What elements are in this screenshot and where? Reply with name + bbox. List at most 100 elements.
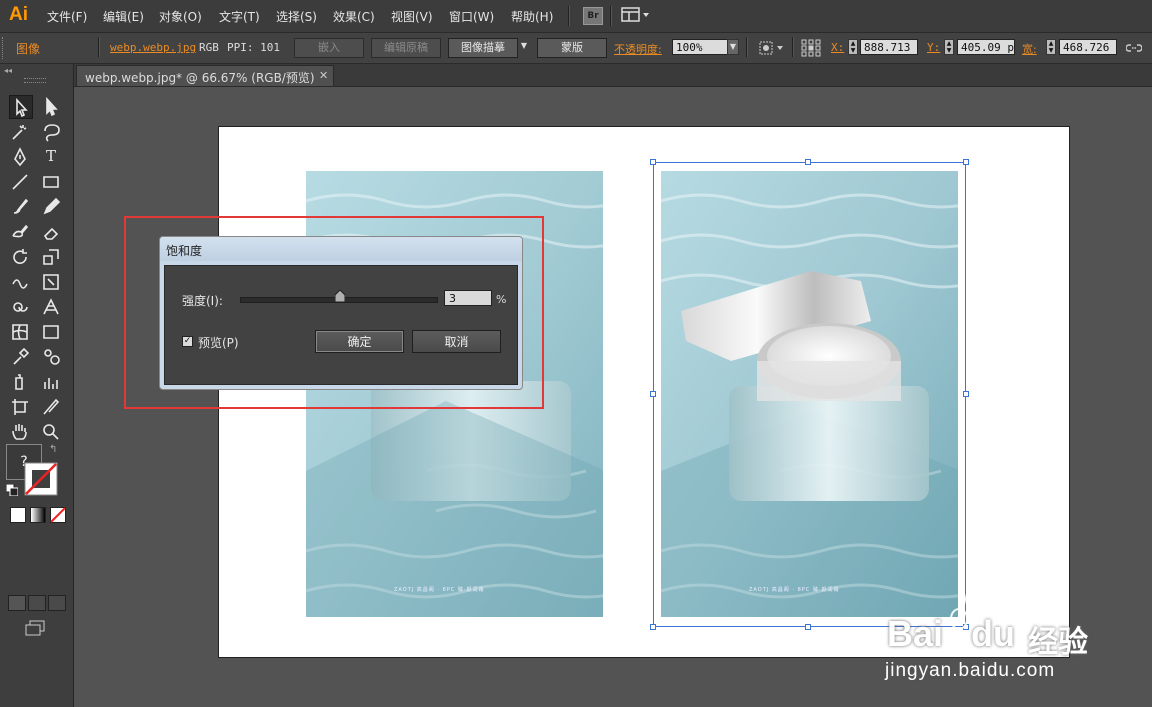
selection-handle[interactable] [963, 391, 969, 397]
ok-button[interactable]: 确定 [315, 330, 404, 353]
mesh-tool-icon [12, 324, 28, 340]
line-segment-tool-button[interactable] [9, 170, 31, 192]
color-mode: RGB [199, 41, 219, 54]
preview-checkbox[interactable]: ✓ [182, 336, 193, 347]
menu-item[interactable]: 帮助(H) [511, 8, 553, 25]
pen-tool-button[interactable] [9, 145, 31, 167]
selection-handle[interactable] [650, 391, 656, 397]
direct-selection-tool-icon [46, 97, 58, 117]
y-stepper[interactable]: ▲ ▼ [944, 39, 954, 55]
screen-mode-button[interactable] [24, 620, 46, 636]
pencil-tool-button[interactable] [40, 195, 62, 217]
opacity-label[interactable]: 不透明度: [614, 41, 662, 57]
gradient-mode-button[interactable] [30, 507, 46, 523]
slider-thumb-icon [334, 290, 345, 302]
eraser-tool-button[interactable] [40, 220, 62, 242]
linked-file-name[interactable]: webp.webp.jpg [110, 41, 196, 54]
draw-normal-button[interactable] [8, 595, 26, 611]
collapse-panel-icon[interactable]: ◂◂ [4, 66, 12, 75]
panel-grip[interactable] [24, 78, 46, 83]
width-input[interactable]: 468.726 [1059, 39, 1117, 55]
rectangle-tool-button[interactable] [40, 170, 62, 192]
image-trace-button[interactable]: 图像描摹 [448, 38, 518, 58]
control-bar-grip[interactable] [2, 37, 7, 59]
warp-tool-button[interactable] [9, 270, 31, 292]
shape-builder-tool-button[interactable] [9, 295, 31, 317]
lasso-tool-button[interactable] [40, 120, 62, 142]
mesh-tool-button[interactable] [9, 320, 31, 342]
close-icon[interactable]: ✕ [319, 69, 328, 82]
blend-tool-button[interactable] [40, 345, 62, 367]
ctrl-separator [746, 37, 748, 57]
rotate-tool-button[interactable] [9, 245, 31, 267]
mask-button[interactable]: 蒙版 [537, 38, 607, 58]
embed-button[interactable]: 嵌入 [294, 38, 364, 58]
y-input[interactable]: 405.09 p [957, 39, 1015, 55]
opacity-input[interactable]: 100% [672, 39, 728, 55]
hand-tool-icon [12, 424, 27, 440]
image-trace-dropdown[interactable]: ▼ [518, 39, 530, 55]
direct-selection-tool-button[interactable] [40, 95, 62, 117]
selection-handle[interactable] [650, 624, 656, 630]
magic-wand-tool-button[interactable] [9, 120, 31, 142]
menu-item[interactable]: 选择(S) [276, 8, 317, 25]
scale-tool-button[interactable] [40, 245, 62, 267]
dialog-title-bar[interactable]: 饱和度 [160, 237, 522, 261]
width-stepper[interactable]: ▲ ▼ [1046, 39, 1056, 55]
recolor-icon [759, 41, 783, 55]
symbol-sprayer-tool-button[interactable] [9, 370, 31, 392]
slice-tool-button[interactable] [40, 395, 62, 417]
x-stepper[interactable]: ▲ ▼ [848, 39, 858, 55]
reference-point-button[interactable] [801, 39, 821, 57]
eyedropper-tool-button[interactable] [9, 345, 31, 367]
draw-inside-button[interactable] [48, 595, 66, 611]
constrain-proportions-button[interactable] [1125, 41, 1143, 55]
y-label: Y: [927, 41, 941, 54]
menu-item[interactable]: 编辑(E) [103, 8, 144, 25]
draw-behind-button[interactable] [28, 595, 46, 611]
intensity-input[interactable]: 3 [444, 290, 492, 306]
paintbrush-tool-icon [13, 198, 29, 214]
swap-fill-stroke-icon[interactable]: ↰ [49, 444, 57, 455]
preview-label[interactable]: 预览(P) [198, 334, 239, 351]
none-mode-button[interactable] [50, 507, 66, 523]
bridge-button[interactable]: Br [583, 7, 603, 25]
align-options-button[interactable] [758, 40, 788, 56]
menu-item[interactable]: 窗口(W) [449, 8, 494, 25]
type-tool-button[interactable]: T [40, 145, 62, 167]
hand-tool-button[interactable] [9, 420, 31, 442]
menu-item[interactable]: 效果(C) [333, 8, 375, 25]
workspace-switcher-button[interactable] [621, 7, 651, 23]
opacity-dropdown[interactable]: ▼ [727, 39, 739, 55]
x-input[interactable]: 888.713 [860, 39, 918, 55]
dialog-body: 强度(I): 3 % ✓ 预览(P) 确定 取消 [164, 265, 518, 385]
document-tab[interactable]: webp.webp.jpg* @ 66.67% (RGB/预览) ✕ [76, 65, 334, 86]
menu-item[interactable]: 文件(F) [47, 8, 87, 25]
selection-handle[interactable] [650, 159, 656, 165]
blob-brush-tool-button[interactable] [9, 220, 31, 242]
gradient-tool-button[interactable] [40, 320, 62, 342]
stroke-swatch[interactable] [24, 462, 58, 496]
selection-tool-button[interactable] [9, 95, 33, 119]
perspective-grid-tool-button[interactable] [40, 295, 62, 317]
zoom-tool-button[interactable] [40, 420, 62, 442]
paintbrush-tool-button[interactable] [9, 195, 31, 217]
default-fill-stroke-icon[interactable] [5, 483, 19, 497]
menu-item[interactable]: 文字(T) [219, 8, 260, 25]
selection-handle[interactable] [805, 159, 811, 165]
selection-handle[interactable] [805, 624, 811, 630]
artboard-tool-button[interactable] [9, 395, 31, 417]
free-transform-tool-button[interactable] [40, 270, 62, 292]
column-graph-tool-button[interactable] [40, 370, 62, 392]
drawing-modes [8, 595, 66, 611]
symbol-sprayer-tool-icon [15, 374, 23, 390]
menu-item[interactable]: 对象(O) [159, 8, 202, 25]
document-tab-label: webp.webp.jpg* @ 66.67% (RGB/预览) [85, 71, 315, 85]
selection-handle[interactable] [963, 159, 969, 165]
menu-item[interactable]: 视图(V) [391, 8, 433, 25]
eraser-tool-icon [43, 227, 59, 240]
color-mode-button[interactable] [10, 507, 26, 523]
cancel-button[interactable]: 取消 [412, 330, 501, 353]
link-icon [1125, 44, 1143, 52]
edit-original-button[interactable]: 编辑原稿 [371, 38, 441, 58]
